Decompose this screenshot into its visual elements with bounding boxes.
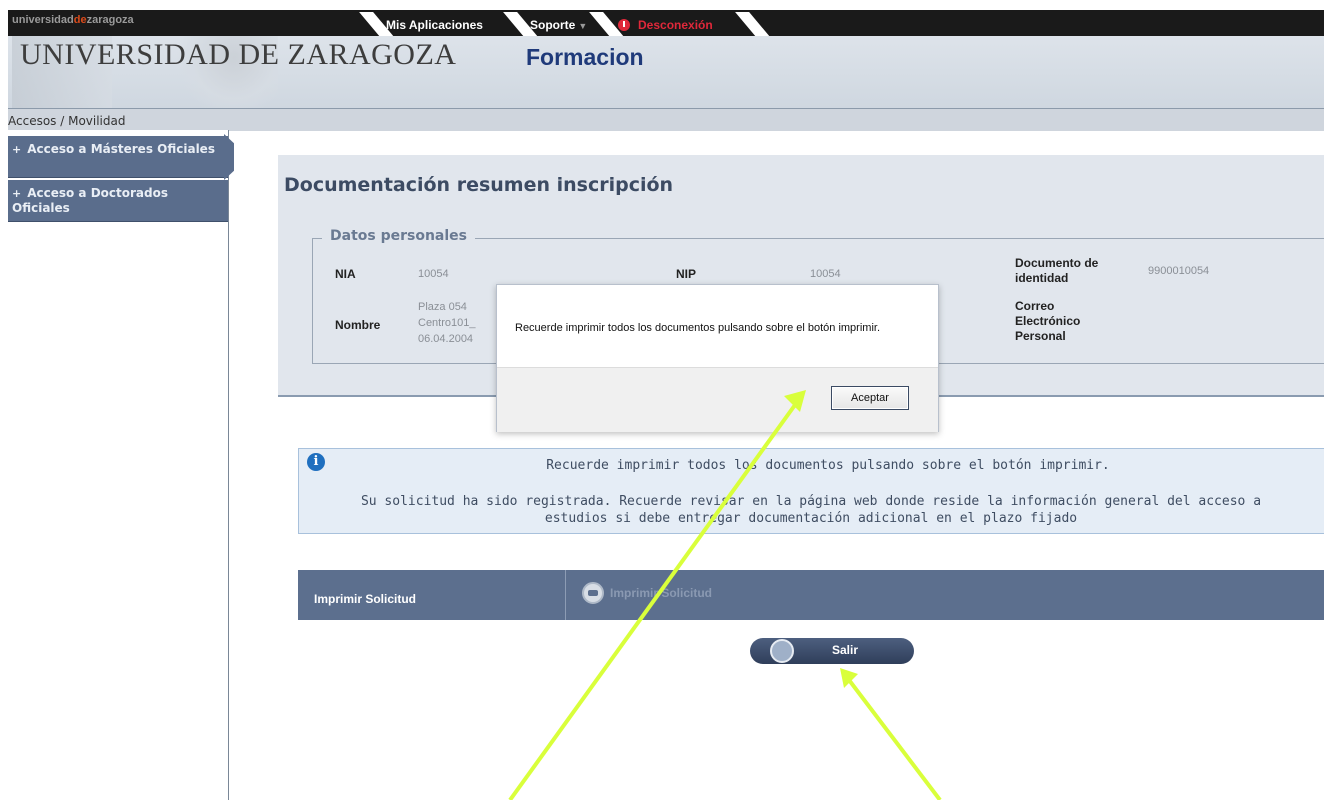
nip-value: 10054 [810,268,841,280]
breadcrumb: Accesos / Movilidad [8,114,126,128]
brand-logo[interactable]: universidaddezaragoza [12,14,134,26]
breadcrumb-bar [8,108,1324,131]
documento-value: 9900010054 [1148,265,1210,277]
printer-icon [582,581,604,604]
correo-label: Correo [1015,299,1055,313]
info-line-1: Recuerde imprimir todos los documentos p… [546,458,1110,473]
nombre-value-2: Centro101_ [418,317,476,329]
nia-value: 10054 [418,268,449,280]
alert-dialog: Recuerde imprimir todos los documentos p… [496,284,939,432]
exit-icon [770,639,794,663]
sidebar: + Acceso a Másteres Oficiales + Acceso a D… [8,130,229,800]
salir-label: Salir [832,643,859,657]
nombre-value-1: Plaza 054 [418,301,467,313]
university-name: UNIVERSIDAD DE ZARAGOZA [20,38,457,71]
tab-desconexion[interactable]: Desconexión [618,14,713,36]
dialog-message: Recuerde imprimir todos los documentos p… [515,322,881,334]
tab-soporte[interactable]: Soporte ▼ [530,14,587,36]
chevron-down-icon: ▼ [578,21,588,31]
documento-label-line2: identidad [1015,271,1069,285]
top-bar: universidaddezaragoza Mis Aplicaciones S… [0,0,1324,38]
info-line-3: estudios si debe entregar documentación … [544,511,1078,526]
sidebar-item-label: Acceso a Másteres Oficiales [27,142,215,156]
tab-desconexion-label: Desconexión [638,18,713,32]
sidebar-item-masteres[interactable]: + Acceso a Másteres Oficiales [8,136,228,178]
nombre-label: Nombre [335,318,381,332]
aceptar-button[interactable]: Aceptar [831,386,909,410]
correo-label-line3: Personal [1015,329,1066,343]
info-line-2: Su solicitud ha sido registrada. Recuerd… [360,494,1262,509]
app-title: Formacion [526,44,644,70]
nombre-value-3: 06.04.2004 [418,333,474,345]
sidebar-item-label: Acceso a Doctorados Oficiales [12,186,169,215]
tab-soporte-label: Soporte [530,18,576,32]
print-solicitud-button[interactable]: Imprimir Solicitud [582,581,712,605]
plus-icon: + [12,143,22,156]
salir-button[interactable]: Salir [750,638,914,664]
brand-text: zaragoza [86,14,134,26]
nia-label: NIA [335,267,356,281]
tab-mis-aplicaciones[interactable]: Mis Aplicaciones [386,14,483,36]
plus-icon: + [12,187,22,200]
nip-label: NIP [676,267,697,281]
sidebar-collapse-handle[interactable] [224,134,234,180]
print-label: Imprimir Solicitud [298,570,566,620]
sidebar-item-doctorados[interactable]: + Acceso a Doctorados Oficiales [8,180,228,222]
page-title: Documentación resumen inscripción [284,174,674,196]
print-button-label: Imprimir Solicitud [610,586,713,600]
dialog-footer: Aceptar [497,367,938,432]
brand-text-highlight: de [73,14,87,26]
power-icon [618,18,630,31]
documento-label: Documento de [1015,256,1099,270]
annotation-arrow-salir [840,668,942,800]
fieldset-legend: Datos personales [322,228,475,244]
brand-text: universidad [12,14,74,26]
correo-label-line2: Electrónico [1015,314,1081,328]
